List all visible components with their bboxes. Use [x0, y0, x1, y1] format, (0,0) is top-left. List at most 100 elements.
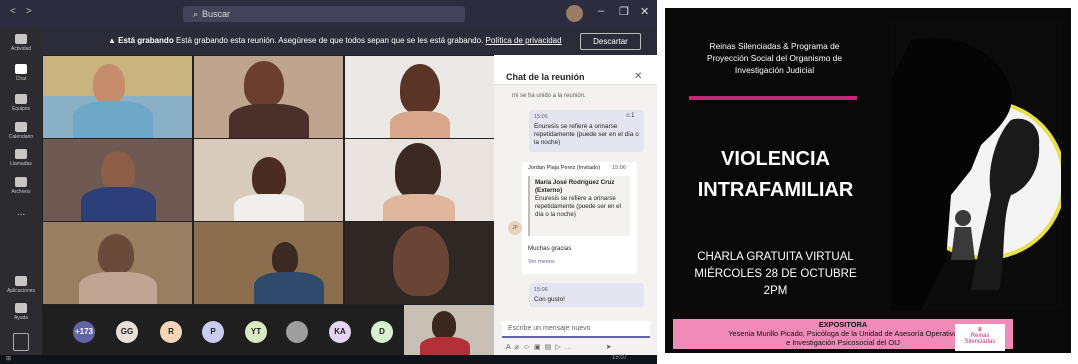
- participant-chip[interactable]: D: [371, 321, 393, 343]
- recording-banner: ▲ Está grabando Está grabando esta reuni…: [42, 27, 657, 55]
- chat-message-own[interactable]: 15:06 Enuresis se refiere a orinarse rep…: [529, 110, 644, 152]
- close-icon[interactable]: ✕: [634, 71, 642, 82]
- self-view-video[interactable]: [404, 305, 494, 358]
- poster-title: VIOLENCIA INTRAFAMILIAR: [683, 144, 868, 206]
- rail-label: Aplicaciones: [6, 288, 36, 294]
- reaction-count: 1: [631, 113, 635, 119]
- participant-chip[interactable]: P: [202, 321, 224, 343]
- search-box[interactable]: ⌕ Buscar: [183, 6, 465, 22]
- participant-head: [272, 242, 298, 274]
- video-tile[interactable]: [43, 139, 192, 221]
- violence-illustration: [891, 20, 1061, 310]
- rail-more[interactable]: ...: [0, 207, 42, 218]
- gif-icon[interactable]: ▣: [534, 344, 545, 351]
- quote-text: Enuresis se refiere a orinarse repetidam…: [535, 195, 621, 218]
- video-tile[interactable]: [345, 56, 494, 138]
- rail-activity[interactable]: Actividad: [0, 34, 42, 52]
- child-head: [955, 210, 971, 226]
- see-less-link[interactable]: Ver menos: [528, 259, 555, 265]
- compose-toolbar: A⌀☺▣▤▷… ➤: [506, 343, 616, 351]
- maximize-icon[interactable]: ❐: [619, 5, 629, 18]
- emoji-icon[interactable]: ☺: [523, 344, 534, 351]
- dismiss-button[interactable]: Descartar: [580, 33, 641, 50]
- os-taskbar: ⊞ 15:07: [0, 355, 657, 364]
- participant-chip[interactable]: +173: [73, 321, 95, 343]
- file-icon: [15, 177, 27, 187]
- rail-apps[interactable]: Aplicaciones: [0, 276, 42, 294]
- forward-arrow-icon[interactable]: >: [26, 6, 42, 17]
- privacy-link[interactable]: Política de privacidad: [486, 36, 562, 45]
- participant-head: [400, 64, 440, 114]
- video-tile[interactable]: [43, 222, 192, 304]
- message-text: Con gusto!: [534, 296, 565, 303]
- org-line: Reinas Silenciadas & Programa de: [709, 41, 840, 51]
- video-tile[interactable]: [194, 56, 343, 138]
- participant-head: [395, 143, 441, 199]
- reaction-smile-icon[interactable]: ☺1: [625, 112, 634, 120]
- bell-icon: [15, 34, 27, 44]
- reinas-logo: ♛ Reinas Silenciadas: [955, 324, 1005, 351]
- rail-help[interactable]: Ayuda: [0, 303, 42, 321]
- apps-icon: [15, 276, 27, 286]
- message-author: Jordan Plaja Perez (Invitado): [528, 165, 601, 171]
- child-body: [951, 227, 975, 260]
- profile-avatar[interactable]: [566, 5, 583, 22]
- close-window-icon[interactable]: ✕: [640, 5, 649, 18]
- device-icon[interactable]: [13, 333, 29, 351]
- participant-body: [383, 194, 455, 221]
- recording-text: Está grabando esta reunión. Asegúrese de…: [175, 36, 484, 45]
- compose-input[interactable]: Escribe un mensaje nuevo: [502, 321, 650, 338]
- more-options-icon[interactable]: …: [565, 344, 576, 351]
- title-line: VIOLENCIA: [721, 148, 830, 170]
- participant-body: [81, 187, 156, 221]
- teams-icon: [15, 94, 27, 104]
- participant-head: [98, 234, 134, 274]
- search-icon: ⌕: [193, 9, 199, 19]
- warning-icon: ▲: [108, 36, 119, 45]
- rail-calls[interactable]: Llamadas: [0, 149, 42, 167]
- pink-divider: [689, 96, 857, 100]
- participant-chip[interactable]: YT: [245, 321, 267, 343]
- participant-body: [254, 272, 324, 304]
- event-line: 2PM: [763, 285, 788, 297]
- message-text: Muchas gracias: [528, 245, 572, 252]
- participant-body: [234, 194, 304, 221]
- attach-icon[interactable]: ⌀: [515, 344, 523, 351]
- minimize-icon[interactable]: –: [598, 5, 604, 17]
- recording-bold: Está grabando: [118, 36, 174, 45]
- video-tile[interactable]: [43, 56, 192, 138]
- participant-body: [73, 101, 153, 138]
- message-time: 15:06: [534, 287, 548, 293]
- participant-chip[interactable]: R: [160, 321, 182, 343]
- org-line: Investigación Judicial: [734, 65, 815, 75]
- title-line: INTRAFAMILIAR: [697, 179, 854, 201]
- meet-icon[interactable]: ▷: [555, 344, 564, 351]
- video-tile[interactable]: [194, 139, 343, 221]
- event-line: CHARLA GRATUITA VIRTUAL: [697, 251, 854, 263]
- rail-teams[interactable]: Equipos: [0, 94, 42, 112]
- sticker-icon[interactable]: ▤: [545, 344, 556, 351]
- author-avatar[interactable]: JP: [508, 221, 522, 235]
- participant-head: [244, 61, 284, 107]
- rail-chat[interactable]: Chat: [0, 64, 42, 82]
- rail-label: Calendario: [8, 134, 34, 140]
- participant-chip[interactable]: KA: [329, 321, 351, 343]
- participant-chip[interactable]: [286, 321, 308, 343]
- event-line: MIÉRCOLES 28 DE OCTUBRE: [694, 268, 857, 280]
- back-arrow-icon[interactable]: <: [10, 6, 26, 17]
- send-icon[interactable]: ➤: [606, 344, 616, 351]
- video-tile[interactable]: [194, 222, 343, 304]
- history-nav[interactable]: <>: [10, 6, 42, 17]
- video-tile[interactable]: [345, 222, 494, 304]
- chat-message-own[interactable]: 15:06 Con gusto!: [529, 283, 644, 307]
- video-tile[interactable]: [345, 139, 494, 221]
- windows-start-icon[interactable]: ⊞: [6, 355, 11, 362]
- participant-chip[interactable]: GG: [116, 321, 138, 343]
- rail-calendar[interactable]: Calendario: [0, 122, 42, 140]
- participant-body: [229, 104, 309, 138]
- rail-files[interactable]: Archivos: [0, 177, 42, 195]
- participant-head: [93, 64, 125, 104]
- format-icon[interactable]: A: [506, 344, 515, 351]
- rail-label: Archivos: [11, 189, 31, 195]
- chat-message-other[interactable]: Jordan Plaja Perez (Invitado) 15:06 Marí…: [522, 162, 637, 274]
